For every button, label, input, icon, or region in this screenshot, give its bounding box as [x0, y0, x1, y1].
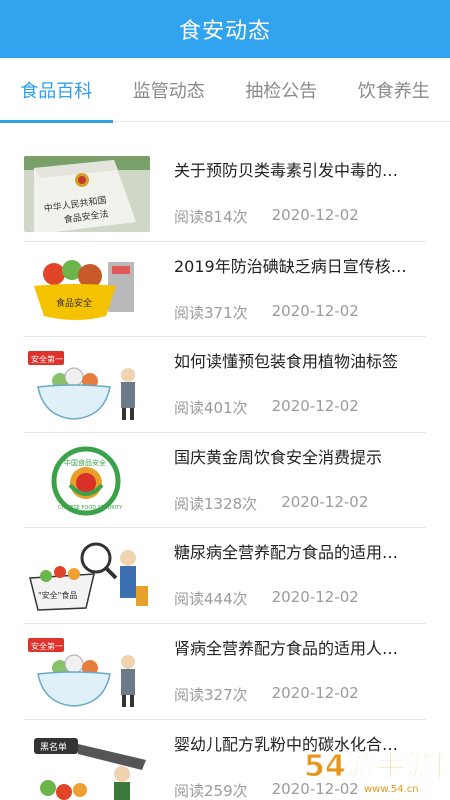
- publish-date: 2020-12-02: [271, 206, 359, 224]
- thumbnail-caption: 安全第一: [31, 354, 63, 364]
- article-title: 糖尿病全营养配方食品的适用…: [174, 543, 399, 563]
- article-item[interactable]: 黑名单 婴幼儿配方乳粉中的碳水化合… 阅读259次 2020-12-02: [24, 720, 426, 800]
- thumbnail-caption: 黑名单: [40, 741, 67, 753]
- publish-date: 2020-12-02: [271, 779, 359, 798]
- article-thumbnail: 中华人民共和国 食品安全法: [24, 156, 150, 232]
- thumbnail-caption: "安全"食品: [38, 590, 77, 600]
- tab-food-encyclopedia[interactable]: 食品百科: [0, 58, 113, 123]
- read-count: 阅读1328次: [174, 494, 258, 513]
- article-thumbnail: "安全"食品: [24, 538, 150, 615]
- publish-date: 2020-12-02: [271, 683, 359, 702]
- article-item[interactable]: 中华人民共和国 食品安全法 关于预防贝类毒素引发中毒的… 阅读814次 2020…: [24, 146, 426, 242]
- publish-date: 2020-12-02: [271, 588, 359, 607]
- article-thumbnail: 黑名单: [24, 729, 150, 800]
- article-title: 肾病全营养配方食品的适用人…: [174, 638, 399, 658]
- article-title: 如何读懂预包装食用植物油标签: [174, 352, 399, 372]
- article-item[interactable]: 食品安全 2019年防治碘缺乏病日宣传核… 阅读371次 2020-12-02: [24, 242, 426, 338]
- tab-label: 食品百科: [20, 80, 93, 102]
- tab-label: 饮食养生: [357, 80, 430, 102]
- tab-regulatory-news[interactable]: 监管动态: [113, 58, 226, 122]
- tab-inspection-notices[interactable]: 抽检公告: [225, 58, 338, 122]
- publish-date: 2020-12-02: [281, 492, 369, 511]
- article-meta: 阅读371次 2020-12-02: [174, 302, 359, 323]
- tab-label: 监管动态: [132, 80, 205, 102]
- article-meta: 阅读814次 2020-12-02: [174, 206, 359, 227]
- page-title: 食安动态: [178, 19, 271, 44]
- article-title: 关于预防贝类毒素引发中毒的…: [174, 161, 399, 180]
- read-count: 阅读259次: [174, 781, 248, 800]
- publish-date: 2020-12-02: [271, 397, 359, 416]
- article-meta: 阅读327次 2020-12-02: [174, 684, 359, 705]
- tab-label: 抽检公告: [245, 80, 318, 102]
- article-meta: 阅读259次 2020-12-02: [174, 780, 359, 800]
- thumbnail-caption: 安全第一: [31, 641, 63, 651]
- thumbnail-caption: 中国食品安全: [64, 458, 106, 467]
- tab-diet-health[interactable]: 饮食养生: [338, 58, 450, 122]
- article-meta: 阅读401次 2020-12-02: [174, 397, 359, 418]
- article-thumbnail: 安全第一: [24, 347, 150, 424]
- thumbnail-caption: CHINESE FOOD SECURITY: [58, 505, 123, 511]
- read-count: 阅读327次: [174, 685, 248, 704]
- article-title: 2019年防治碘缺乏病日宣传核…: [174, 256, 407, 276]
- article-title: 国庆黄金周饮食安全消费提示: [174, 447, 383, 467]
- article-list: 中华人民共和国 食品安全法 关于预防贝类毒素引发中毒的… 阅读814次 2020…: [0, 146, 450, 800]
- article-thumbnail: 中国食品安全 CHINESE FOOD SECURITY: [24, 442, 150, 519]
- article-thumbnail: 食品安全: [24, 251, 150, 328]
- app-header: 食安动态: [0, 0, 450, 58]
- category-tabs: 食品百科 监管动态 抽检公告 饮食养生: [0, 58, 450, 123]
- publish-date: 2020-12-02: [271, 301, 359, 320]
- article-item[interactable]: 安全第一 如何读懂预包装食用植物油标签 阅读401次 2020-12-02: [24, 337, 426, 433]
- read-count: 阅读371次: [174, 303, 248, 322]
- article-thumbnail: 安全第一: [24, 633, 150, 710]
- article-meta: 阅读444次 2020-12-02: [174, 588, 359, 609]
- article-item[interactable]: 中国食品安全 CHINESE FOOD SECURITY 国庆黄金周饮食安全消费…: [24, 433, 426, 529]
- read-count: 阅读401次: [174, 399, 248, 418]
- read-count: 阅读814次: [174, 208, 248, 226]
- article-meta: 阅读1328次 2020-12-02: [174, 493, 368, 514]
- article-item[interactable]: 安全第一 肾病全营养配方食品的适用人… 阅读327次 2020-12-02: [24, 624, 426, 720]
- article-title: 婴幼儿配方乳粉中的碳水化合…: [174, 734, 399, 754]
- article-item[interactable]: "安全"食品 糖尿病全营养配方食品的适用… 阅读444次 2020-12-02: [24, 528, 426, 624]
- read-count: 阅读444次: [174, 590, 248, 609]
- thumbnail-caption: 食品安全: [56, 297, 92, 309]
